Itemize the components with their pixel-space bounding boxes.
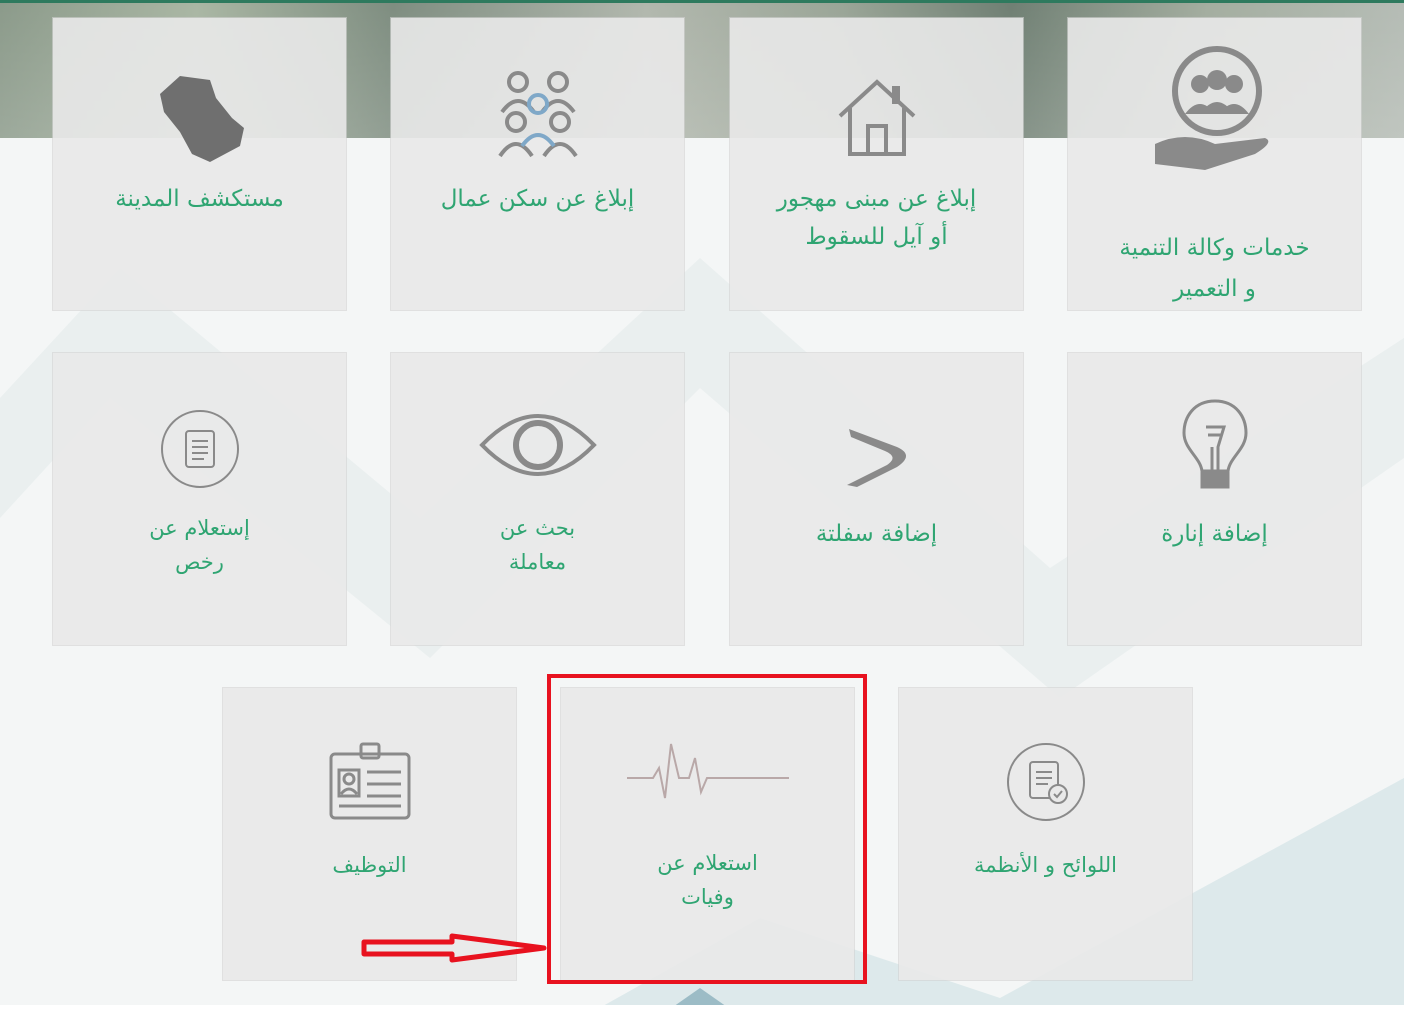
header-top-line [0, 0, 1404, 3]
house-icon [730, 76, 1023, 158]
id-badge-icon [223, 740, 516, 822]
regulations-document-icon [899, 740, 1192, 824]
tile-label: التوظيف [332, 853, 407, 877]
tile-workers-housing-report[interactable]: إبلاغ عن سكن عمال [391, 18, 684, 310]
tile-label: إبلاغ عن مبنى مهجور أو آيل للسقوط [776, 186, 977, 250]
light-bulb-icon [1068, 397, 1361, 497]
road-icon [730, 425, 1023, 495]
tile-abandoned-building-report[interactable]: إبلاغ عن مبنى مهجور أو آيل للسقوط [730, 18, 1023, 310]
tile-license-inquiry[interactable]: إستعلام عن رخص [53, 353, 346, 645]
tile-label: إبلاغ عن سكن عمال [440, 186, 635, 212]
hands-group-icon [1068, 46, 1361, 176]
tile-label: بحث عن معاملة [499, 516, 576, 574]
tile-regulations[interactable]: اللوائح و الأنظمة [899, 688, 1192, 980]
tile-development-services[interactable]: خدمات وكالة التنمية و التعمير [1068, 18, 1361, 310]
tile-label: إستعلام عن رخص [149, 516, 250, 574]
tile-label: خدمات وكالة التنمية و التعمير [1119, 235, 1310, 302]
license-document-icon [53, 407, 346, 491]
eye-icon [391, 407, 684, 483]
workers-group-icon [391, 66, 684, 162]
highlight-box [547, 674, 867, 984]
tile-add-paving[interactable]: إضافة سفلتة [730, 353, 1023, 645]
tile-transaction-search[interactable]: بحث عن معاملة [391, 353, 684, 645]
annotation-arrow [361, 933, 547, 963]
tile-label: إضافة إنارة [1161, 521, 1268, 547]
tile-add-lighting[interactable]: إضافة إنارة [1068, 353, 1361, 645]
footer-bar [0, 1005, 1404, 1030]
tile-label: اللوائح و الأنظمة [973, 853, 1118, 877]
tile-label: مستكشف المدينة [115, 186, 284, 212]
tile-label: إضافة سفلتة [815, 521, 938, 547]
saudi-map-icon [53, 68, 346, 168]
tile-city-explorer[interactable]: مستكشف المدينة [53, 18, 346, 310]
